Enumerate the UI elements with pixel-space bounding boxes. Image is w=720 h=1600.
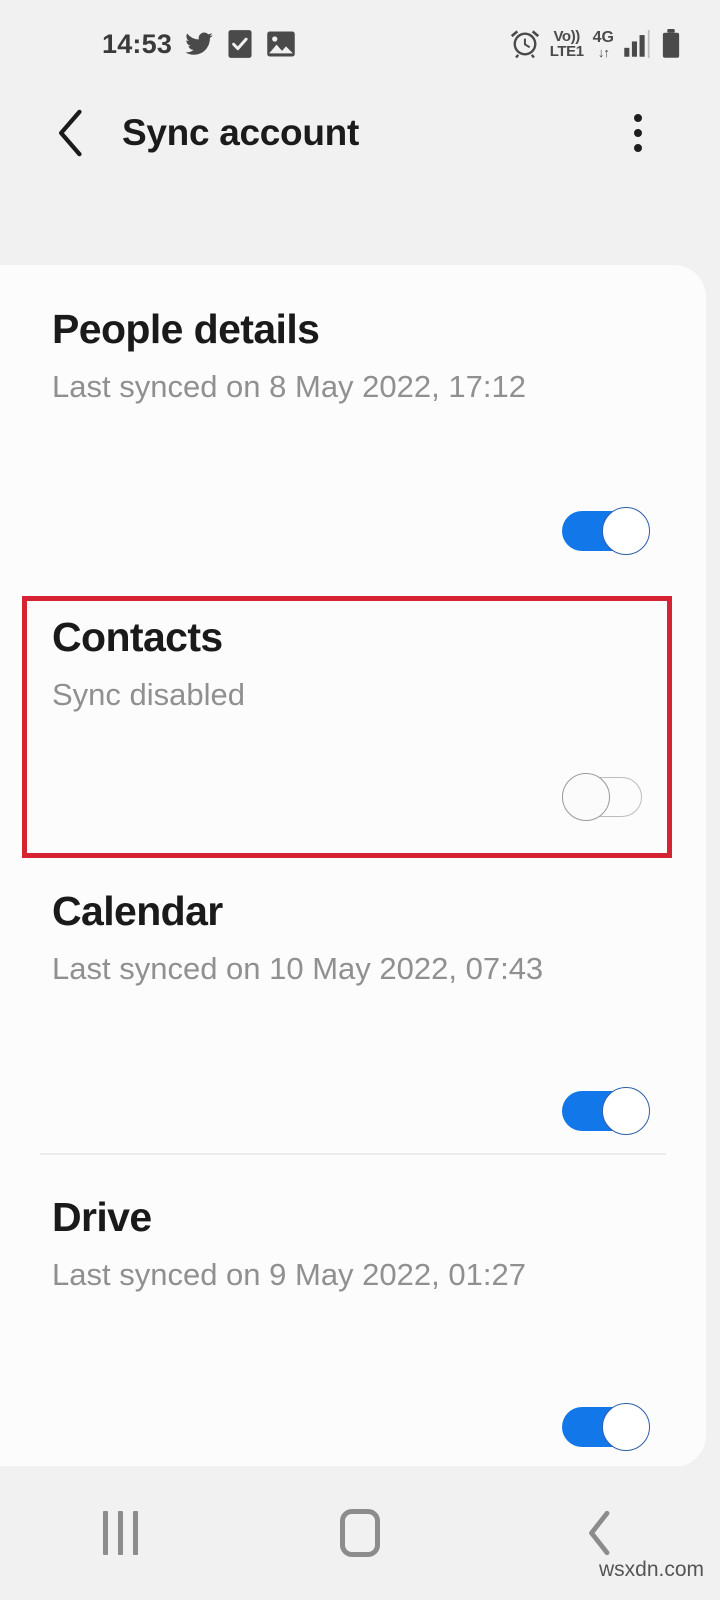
sync-item-subtitle: Sync disabled (52, 677, 246, 712)
status-bar-left: 14:53 (102, 29, 296, 60)
image-icon (267, 31, 295, 57)
sync-item-subtitle: Last synced on 9 May 2022, 01:27 (52, 1256, 526, 1292)
sync-item-contacts[interactable]: Contacts Sync disabled (0, 575, 706, 851)
alarm-icon (510, 30, 539, 59)
sync-item-subtitle: Last synced on 10 May 2022, 07:43 (52, 951, 544, 986)
sync-toggle-calendar[interactable] (562, 1087, 650, 1135)
status-clock: 14:53 (102, 28, 173, 59)
nav-recents-button[interactable] (0, 1466, 240, 1600)
sync-toggle-people-details[interactable] (562, 507, 650, 555)
recents-icon-bar-2 (117, 1511, 123, 1555)
phone-screen: 14:53 Vo)) LTE1 4G ↓↑ Sync account Peopl… (0, 0, 720, 1600)
more-vertical-icon-dot-1 (634, 114, 642, 122)
sync-item-title: Calendar (52, 888, 223, 934)
more-vertical-icon-dot-2 (634, 129, 642, 137)
status-bar-right: Vo)) LTE1 4G ↓↑ (509, 28, 682, 60)
data-arrows-label: ↓↑ (597, 44, 610, 60)
network-indicator: 4G ↓↑ (592, 28, 614, 60)
back-chevron-icon (589, 1510, 610, 1556)
back-chevron-icon (59, 109, 82, 157)
sync-options-card: People details Last synced on 8 May 2022… (0, 265, 706, 1467)
site-watermark: wsxdn.com (598, 1558, 704, 1581)
sync-item-subtitle: Last synced on 8 May 2022, 17:12 (52, 369, 526, 404)
task-checkbox-icon (228, 30, 252, 58)
page-title: Sync account (122, 112, 359, 153)
home-icon (340, 1509, 380, 1557)
status-bar: 14:53 Vo)) LTE1 4G ↓↑ (0, 0, 720, 88)
sync-item-title: Drive (52, 1193, 152, 1240)
sync-toggle-drive[interactable] (562, 1402, 650, 1451)
app-toolbar: Sync account (0, 88, 720, 178)
volte-indicator: Vo)) LTE1 (550, 29, 584, 59)
toggle-knob (562, 773, 610, 821)
signal-bars-icon (624, 30, 650, 58)
nav-home-button[interactable] (240, 1466, 480, 1600)
back-button[interactable] (42, 104, 100, 162)
twitter-icon (185, 32, 213, 55)
toggle-knob (602, 1087, 650, 1135)
volte-bottom-label: LTE1 (549, 43, 584, 60)
toggle-knob (602, 507, 650, 555)
network-type-label: 4G (592, 28, 614, 46)
battery-icon (662, 29, 680, 58)
sync-toggle-contacts[interactable] (562, 773, 650, 821)
sync-item-title: People details (52, 306, 320, 352)
more-vertical-icon-dot-3 (634, 144, 642, 152)
recents-icon-bar-3 (132, 1511, 138, 1555)
overflow-menu-button[interactable] (614, 103, 662, 163)
sync-item-calendar[interactable]: Calendar Last synced on 10 May 2022, 07:… (0, 851, 706, 1153)
toggle-knob (602, 1402, 650, 1451)
sync-item-title: Contacts (52, 614, 223, 660)
sync-item-people-details[interactable]: People details Last synced on 8 May 2022… (0, 265, 706, 575)
sync-item-drive[interactable]: Drive Last synced on 9 May 2022, 01:27 (0, 1155, 706, 1455)
volte-top-label: Vo)) (553, 28, 580, 45)
recents-icon-bar-1 (102, 1511, 108, 1555)
